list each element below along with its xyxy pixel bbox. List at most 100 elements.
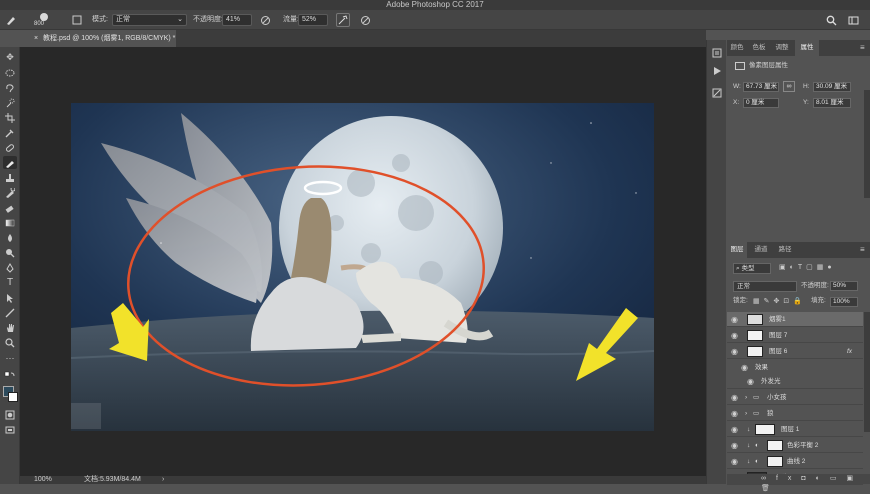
path-select-tool-icon[interactable] [3, 291, 17, 304]
search-icon[interactable] [824, 13, 838, 27]
tab-adjustments[interactable]: 调整 [771, 40, 793, 56]
tab-swatches[interactable]: 色板 [749, 40, 769, 56]
adjustment-row[interactable]: ◉ ↓ ◐ 色彩平衡 2 [727, 438, 863, 453]
history-icon[interactable] [710, 46, 724, 60]
brush-tool-icon[interactable] [3, 156, 17, 169]
eye-icon[interactable]: ◉ [731, 312, 741, 327]
hand-tool-icon[interactable] [3, 321, 17, 334]
move-tool-icon[interactable]: ✥ [3, 51, 17, 64]
group-name: 小女孩 [767, 394, 787, 401]
layer-opacity-field[interactable]: 50% [830, 281, 858, 291]
flow-label: 流量: [283, 16, 299, 23]
chevron-right-icon[interactable]: › [745, 390, 747, 405]
chevron-right-icon[interactable]: › [162, 476, 164, 484]
fill-label: 填充: [811, 297, 826, 304]
mode-select[interactable]: 正常 ⌄ [112, 14, 187, 26]
fill-field[interactable]: 100% [830, 297, 858, 307]
layers-footer-icons[interactable]: ∞fx◘◐▭▣🗑 [727, 474, 870, 492]
tab-properties[interactable]: 属性 [795, 40, 819, 56]
group-row[interactable]: ◉ › ▭ 狼 [727, 406, 863, 421]
zoom-tool-icon[interactable] [3, 336, 17, 349]
eye-icon[interactable]: ◉ [731, 390, 741, 405]
properties-subtitle: 像素图层属性 [749, 62, 788, 69]
blend-mode-select[interactable]: 正常 [733, 281, 797, 292]
height-field[interactable]: 30.09 厘米 [813, 82, 851, 92]
gradient-tool-icon[interactable] [3, 216, 17, 229]
tab-color[interactable]: 颜色 [727, 40, 747, 56]
brush-panel-icon[interactable] [70, 13, 84, 27]
x-field[interactable]: 0 厘米 [743, 98, 779, 108]
quick-mask-icon[interactable] [3, 408, 17, 421]
eye-icon[interactable]: ◉ [731, 328, 741, 343]
document-canvas[interactable] [71, 103, 654, 431]
adjustments-tool-icon[interactable] [710, 86, 724, 100]
brush-tool-icon[interactable] [4, 13, 18, 27]
panel-menu-icon[interactable]: ≡ [860, 43, 865, 52]
tab-paths[interactable]: 路径 [775, 242, 795, 258]
folder-icon: ▭ [753, 410, 760, 417]
eye-icon[interactable]: ◉ [731, 454, 741, 469]
opacity-input[interactable]: 41% [222, 14, 252, 26]
marquee-tool-icon[interactable] [3, 66, 17, 79]
dodge-tool-icon[interactable] [3, 246, 17, 259]
group-row[interactable]: ◉ › ▭ 小女孩 [727, 390, 863, 405]
eye-icon[interactable]: ◉ [731, 344, 741, 359]
pen-tool-icon[interactable] [3, 261, 17, 274]
healing-brush-tool-icon[interactable] [3, 141, 17, 154]
screen-mode-icon[interactable] [3, 423, 17, 436]
document-tab[interactable]: × 教程.psd @ 100% (烟雾1, RGB/8/CMYK) * [26, 30, 176, 47]
layers-scrollbar[interactable] [864, 312, 870, 432]
eye-icon[interactable]: ◉ [731, 438, 741, 453]
layer-filter-icons[interactable]: ▣◐T▢▦● [779, 263, 859, 274]
crop-tool-icon[interactable] [3, 111, 17, 124]
link-icon[interactable]: ∞ [783, 81, 795, 92]
flow-input[interactable]: 52% [298, 14, 328, 26]
layer-row[interactable]: ◉ 烟雾1 [727, 312, 863, 327]
clone-stamp-tool-icon[interactable] [3, 171, 17, 184]
tab-layers[interactable]: 图层 [727, 242, 747, 258]
layer-row[interactable]: ◉ 图层 7 [727, 328, 863, 343]
layer-row[interactable]: ◉ 图层 6 fx [727, 344, 863, 359]
history-brush-tool-icon[interactable] [3, 186, 17, 199]
properties-scrollbar[interactable] [864, 90, 870, 198]
lock-icons[interactable]: ▦✎✥⊡🔒 [753, 297, 806, 305]
app-title: Adobe Photoshop CC 2017 [386, 0, 484, 9]
y-field[interactable]: 8.01 厘米 [813, 98, 851, 108]
fx-badge[interactable]: fx [847, 344, 852, 359]
play-actions-icon[interactable] [710, 64, 724, 78]
type-tool-icon[interactable]: T [3, 276, 17, 289]
document-size: 文档:5.93M/84.4M [84, 476, 141, 483]
quick-select-tool-icon[interactable] [3, 96, 17, 109]
eye-icon[interactable]: ◉ [731, 406, 741, 421]
layer-filter-select[interactable]: ⌕ 类型 [733, 263, 771, 274]
zoom-level[interactable]: 100% [34, 476, 52, 484]
eye-icon[interactable]: ◉ [747, 374, 757, 389]
airbrush-icon[interactable] [336, 13, 350, 27]
brush-preset-picker[interactable]: 800 [32, 12, 58, 28]
pressure-opacity-icon[interactable] [258, 13, 272, 27]
adjustment-row[interactable]: ◉ ↓ ◐ 曲线 2 [727, 454, 863, 469]
panel-icon-strip [706, 40, 726, 484]
effect-row[interactable]: ◉ 外发光 [727, 374, 863, 389]
eyedropper-tool-icon[interactable] [3, 126, 17, 139]
chevron-right-icon[interactable]: › [745, 406, 747, 421]
eye-icon[interactable]: ◉ [731, 422, 741, 437]
pressure-size-icon[interactable] [358, 13, 372, 27]
options-bar: 800 模式: 正常 ⌄ 不透明度: 41% 流量: 52% [0, 10, 870, 30]
more-tools-icon[interactable]: ··· [3, 351, 17, 364]
swap-colors-icon[interactable] [3, 369, 17, 382]
close-icon[interactable]: × [34, 35, 38, 42]
background-color-swatch[interactable] [8, 392, 18, 402]
line-tool-icon[interactable] [3, 306, 17, 319]
effect-row[interactable]: ◉ 效果 [727, 360, 863, 375]
eraser-tool-icon[interactable] [3, 201, 17, 214]
layer-row[interactable]: ◉ ↓ 图层 1 [727, 422, 863, 437]
lasso-tool-icon[interactable] [3, 81, 17, 94]
layers-menu-icon[interactable]: ≡ [860, 245, 865, 254]
tab-channels[interactable]: 通道 [751, 242, 771, 258]
y-label: Y: [803, 99, 809, 106]
blur-tool-icon[interactable] [3, 231, 17, 244]
workspace-icon[interactable] [846, 13, 860, 27]
width-field[interactable]: 67.73 厘米 [743, 82, 779, 92]
eye-icon[interactable]: ◉ [741, 360, 751, 375]
